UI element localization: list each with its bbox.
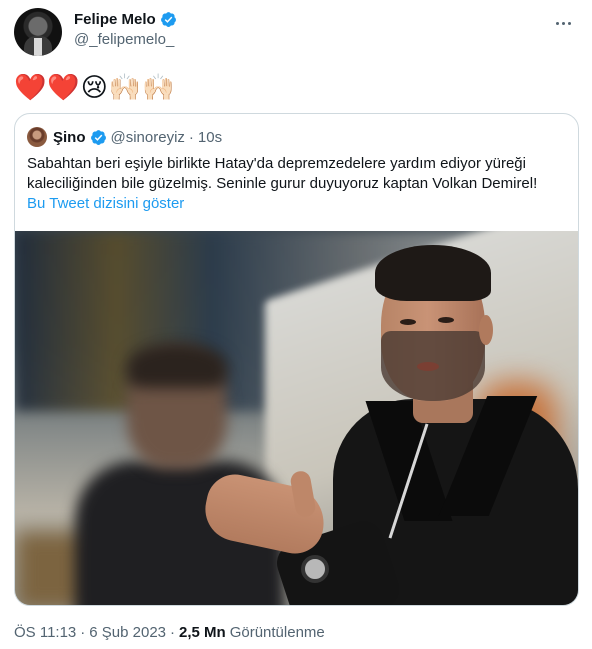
tweet-date[interactable]: 6 Şub 2023 [89,624,166,641]
author-display-name[interactable]: Felipe Melo [74,11,156,28]
tweet-time[interactable]: ÖS 11:13 [14,624,76,641]
author-handle[interactable]: @_felipemelo_ [74,31,177,48]
quoted-tweet-header: Şino @sinoreyiz · 10s [27,127,222,147]
verified-badge-icon [90,129,106,145]
meta-separator: · [80,624,86,641]
author-avatar[interactable] [14,8,62,56]
quoted-tweet-text: Sabahtan beri eşiyle birlikte Hatay'da d… [27,155,538,192]
quoted-author-name[interactable]: Şino [53,129,86,146]
raising-hands-emoji-icon: 🙌🏻 [142,72,175,102]
quoted-tweet-card[interactable]: Şino @sinoreyiz · 10s Sabahtan beri eşiy… [14,113,579,606]
tweet-meta: ÖS 11:13 · 6 Şub 2023 · 2,5 Mn Görüntüle… [14,624,325,641]
verified-badge-icon [160,12,176,27]
views-count: 2,5 Mn [179,624,226,641]
meta-separator: · [170,624,176,641]
author-name-row: Felipe Melo [74,11,177,28]
quoted-author-handle[interactable]: @sinoreyiz [111,129,185,146]
views-label: Görüntülenme [229,624,325,641]
raising-hands-emoji-icon: 🙌🏻 [108,72,142,102]
quoted-tweet-photo[interactable] [15,231,578,605]
quoted-author-avatar[interactable] [27,127,47,147]
show-thread-link[interactable]: Bu Tweet dizisini göster [27,195,184,212]
quoted-timestamp[interactable]: 10s [198,129,222,146]
heart-emoji-icon: ❤️ [14,72,47,102]
quoted-separator: · [188,128,194,146]
crying-face-emoji-icon: 😢 [80,72,108,102]
more-options-icon[interactable] [552,14,574,32]
tweet-text: ❤️ ❤️ 😢 🙌🏻 🙌🏻 [14,68,176,106]
heart-emoji-icon: ❤️ [47,72,80,102]
author-name-block: Felipe Melo @_felipemelo_ [74,11,177,48]
tweet-header: Felipe Melo @_felipemelo_ [14,8,580,58]
